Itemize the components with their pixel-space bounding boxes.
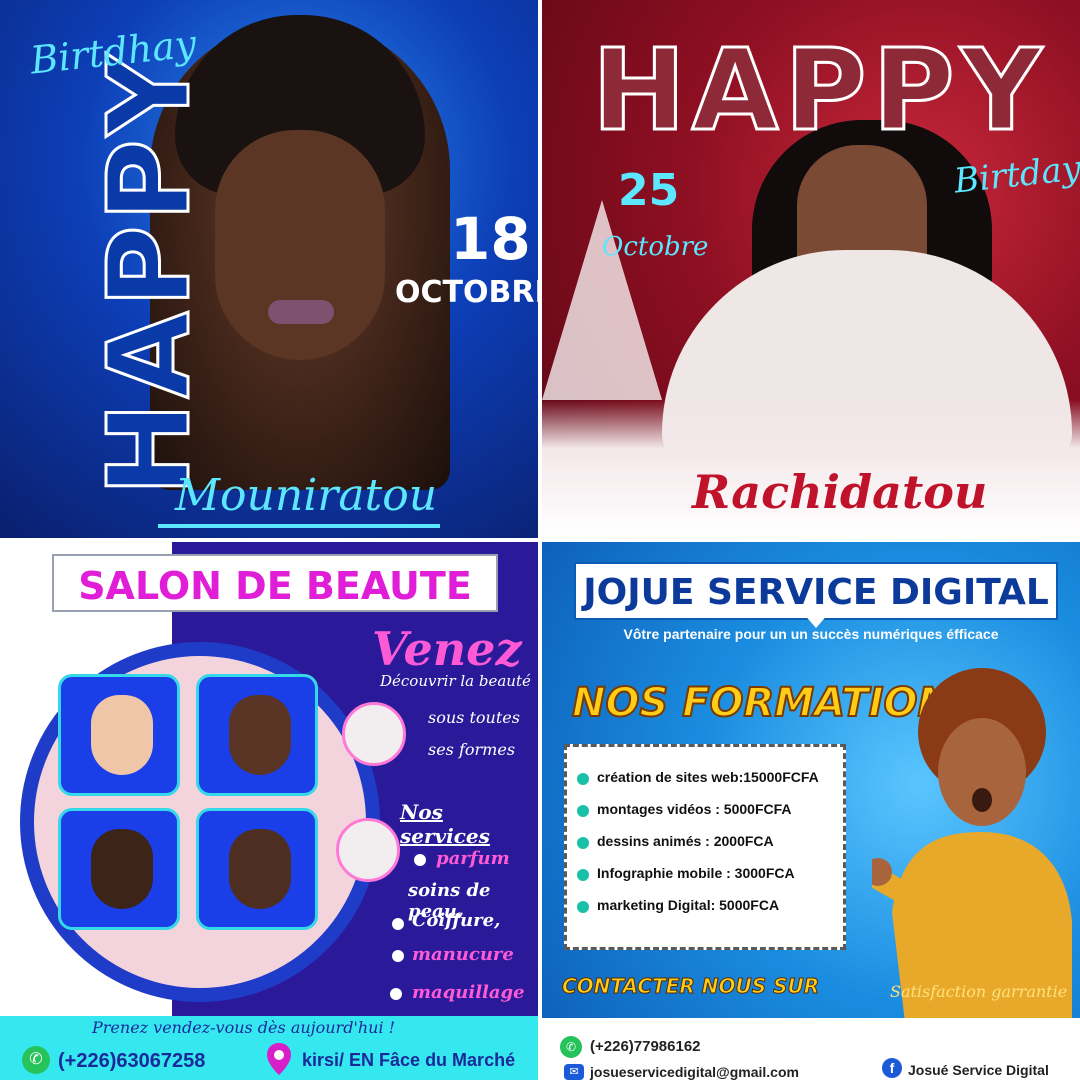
satisfaction-text: Satisfaction garrantie <box>890 982 1068 1001</box>
birthday-month: OCTOBRE <box>395 275 538 310</box>
ses-formes-text: ses formes <box>428 740 516 759</box>
decouvrir-text: Découvrir la beauté <box>380 672 531 690</box>
portrait-lips <box>268 300 334 324</box>
formation-item: création de sites web:15000FCFA <box>597 769 819 785</box>
mail-icon: ✉ <box>564 1064 584 1080</box>
bullet-icon <box>392 950 404 962</box>
birthday-poster-rachidatou: HAPPY 25 Octobre Birtday Rachidatou <box>542 0 1080 538</box>
birthday-poster-mouniratou: HAPPY Birtdhay 18 OCTOBRE Mouniratou <box>0 0 538 538</box>
bullet-icon <box>414 854 426 866</box>
service-item: manucure <box>412 944 514 965</box>
model-photo-3 <box>58 808 180 930</box>
whatsapp-icon: ✆ <box>22 1046 50 1074</box>
christmas-tree-decoration <box>542 200 662 400</box>
formation-item: marketing Digital: 5000FCA <box>597 897 780 913</box>
birthday-date: 18 <box>450 205 531 273</box>
beauty-salon-poster: SALON DE BEAUTE Venez Découvrir la beaut… <box>0 542 538 1080</box>
service-item: Coiffure, <box>412 910 501 931</box>
salon-title-box: SALON DE BEAUTE <box>52 554 498 612</box>
model-photo-1 <box>58 674 180 796</box>
email-address: josueservicedigital@gmail.com <box>590 1064 799 1080</box>
happy-heading: HAPPY <box>591 25 1048 158</box>
phone-number: (+226)77986162 <box>590 1038 701 1055</box>
formation-item: montages vidéos : 5000FCFA <box>597 801 792 817</box>
portrait-face <box>215 130 385 360</box>
celebrant-name: Mouniratou <box>175 470 438 521</box>
formations-list: création de sites web:15000FCFA montages… <box>564 744 846 950</box>
name-underline <box>158 524 440 528</box>
bullet-icon <box>577 901 589 913</box>
model-photo-4 <box>196 808 318 930</box>
phone-number: (+226)63067258 <box>58 1050 206 1072</box>
location-text: kirsi/ EN Fâce du Marché <box>302 1050 516 1070</box>
venez-heading: Venez <box>372 622 522 676</box>
celebrant-name: Rachidatou <box>692 465 988 519</box>
contact-heading: CONTACTER NOUS SUR <box>561 974 820 999</box>
bullet-icon <box>577 773 589 785</box>
bullet-icon <box>577 869 589 881</box>
formation-item: dessins animés : 2000FCA <box>597 833 774 849</box>
bullet-icon <box>577 805 589 817</box>
birthday-date: 25 <box>618 165 680 216</box>
digital-service-poster: JOJUE SERVICE DIGITAL Vôtre partenaire p… <box>542 542 1080 1080</box>
salon-title: SALON DE BEAUTE <box>78 564 472 608</box>
tagline: Vôtre partenaire pour un un succès numér… <box>623 626 999 642</box>
cosmetics-icon <box>336 818 400 882</box>
birthday-month: Octobre <box>602 232 709 262</box>
bullet-icon <box>577 837 589 849</box>
location-pin-icon <box>267 1043 291 1075</box>
model-photo-2 <box>196 674 318 796</box>
facebook-page: Josué Service Digital <box>908 1062 1049 1078</box>
facebook-icon: f <box>882 1058 902 1078</box>
bullet-icon <box>392 918 404 930</box>
services-title: Nos services <box>400 800 490 848</box>
service-item: maquillage <box>412 982 525 1003</box>
whatsapp-icon: ✆ <box>560 1036 582 1058</box>
happy-heading: HAPPY <box>84 49 217 498</box>
service-item: parfum <box>436 848 510 869</box>
sous-toutes-text: sous toutes <box>428 708 520 727</box>
product-bottles-icon <box>342 702 406 766</box>
formation-item: Infographie mobile : 3000FCA <box>597 865 795 881</box>
appointment-text: Prenez vendez-vous dès aujourd'hui ! <box>92 1018 396 1037</box>
bullet-icon <box>390 988 402 1000</box>
birthday-script: Birtday <box>952 148 1080 202</box>
company-title: JOJUE SERVICE DIGITAL <box>583 572 1049 613</box>
